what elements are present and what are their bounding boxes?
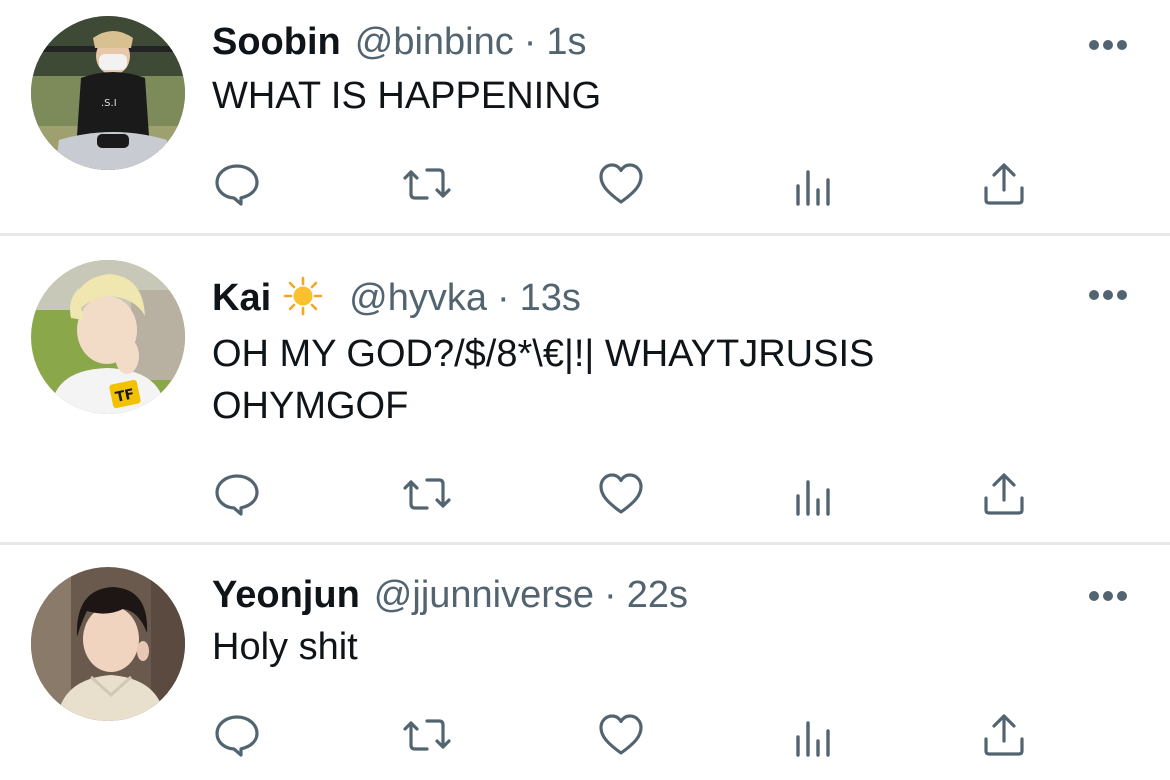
display-name[interactable]: Soobin: [212, 21, 341, 63]
display-name[interactable]: Kai: [212, 277, 271, 319]
more-horizontal-icon[interactable]: [1088, 589, 1128, 601]
avatar[interactable]: TF: [31, 260, 185, 414]
reply-icon[interactable]: [213, 711, 261, 759]
tweet-header: Kai @hyvka · 13s: [212, 276, 581, 320]
user-handle[interactable]: @hyvka: [349, 277, 487, 319]
tweet[interactable]: TF Kai @hyvka · 13s OH MY GOD?/$/8*\€|!| WH…: [0, 236, 1170, 542]
tweet-timestamp[interactable]: 13s: [520, 277, 581, 319]
user-handle[interactable]: @binbinc: [355, 21, 514, 63]
retweet-icon[interactable]: [403, 711, 451, 759]
tweet-timestamp[interactable]: 1s: [546, 21, 586, 63]
separator-dot: ·: [604, 574, 617, 616]
like-icon[interactable]: [597, 470, 645, 518]
user-handle[interactable]: @jjunniverse: [374, 574, 594, 616]
tweet[interactable]: Yeonjun @jjunniverse · 22s Holy shit: [0, 545, 1170, 780]
avatar[interactable]: .S.I: [31, 16, 185, 170]
display-name[interactable]: Yeonjun: [212, 574, 360, 616]
sun-emoji: [283, 276, 323, 316]
analytics-icon[interactable]: [790, 711, 838, 759]
tweet-feed: .S.I Soobin @binbinc · 1s WHAT IS HAPPENING: [0, 0, 1170, 780]
share-icon[interactable]: [980, 470, 1028, 518]
avatar[interactable]: [31, 567, 185, 721]
analytics-icon[interactable]: [790, 160, 838, 208]
tweet-header: Yeonjun @jjunniverse · 22s: [212, 573, 688, 617]
like-icon[interactable]: [597, 160, 645, 208]
separator-dot: ·: [496, 277, 510, 319]
tweet-timestamp[interactable]: 22s: [627, 574, 688, 616]
retweet-icon[interactable]: [403, 160, 451, 208]
tweet-actions: [0, 470, 1170, 518]
tweet-actions: [0, 160, 1170, 208]
svg-text:.S.I: .S.I: [101, 98, 117, 109]
like-icon[interactable]: [597, 711, 645, 759]
analytics-icon[interactable]: [790, 470, 838, 518]
separator-dot: ·: [523, 21, 537, 63]
tweet-text: OH MY GOD?/$/8*\€|!| WHAYTJRUSIS OHYMGOF: [212, 333, 875, 427]
tweet-text: Holy shit: [212, 626, 358, 668]
tweet-actions: [0, 711, 1170, 759]
tweet[interactable]: .S.I Soobin @binbinc · 1s WHAT IS HAPPENING: [0, 0, 1170, 233]
share-icon[interactable]: [980, 711, 1028, 759]
tweet-text: WHAT IS HAPPENING: [212, 75, 602, 117]
more-horizontal-icon[interactable]: [1088, 288, 1128, 300]
tweet-header: Soobin @binbinc · 1s: [212, 20, 587, 64]
reply-icon[interactable]: [213, 470, 261, 518]
share-icon[interactable]: [980, 160, 1028, 208]
reply-icon[interactable]: [213, 160, 261, 208]
more-horizontal-icon[interactable]: [1088, 38, 1128, 50]
retweet-icon[interactable]: [403, 470, 451, 518]
